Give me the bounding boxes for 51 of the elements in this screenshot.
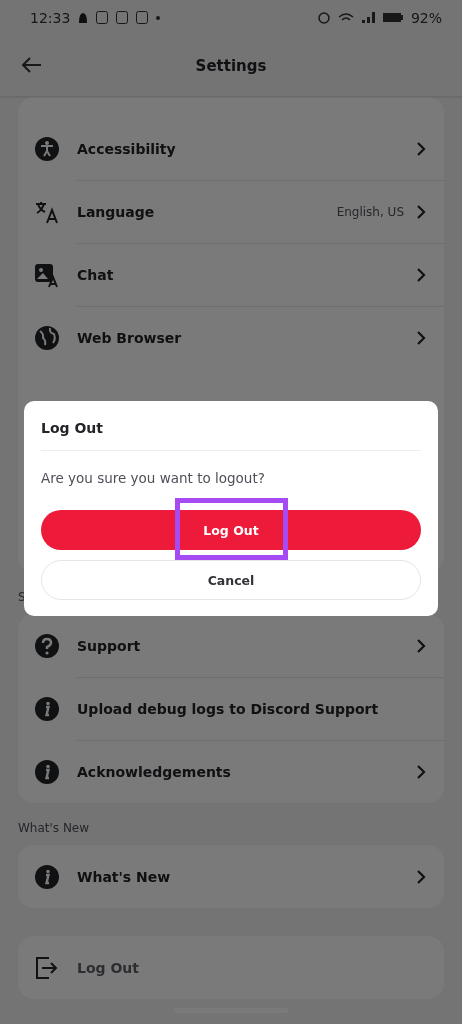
- settings-row[interactable]: Web Browser: [18, 306, 444, 369]
- row-label: Web Browser: [77, 329, 183, 346]
- section-title: What's New: [18, 821, 91, 837]
- chevron-icon: [416, 266, 426, 283]
- status-time: 12:33: [30, 9, 71, 26]
- info-icon: [34, 695, 60, 722]
- chevron-icon: [416, 868, 426, 885]
- settings-row[interactable]: What's New: [18, 845, 444, 908]
- chevron-icon: [416, 763, 426, 780]
- settings-row[interactable]: Support: [18, 614, 444, 677]
- chevron-icon: [416, 329, 426, 346]
- app-notification-icon: [96, 11, 109, 24]
- alarm-icon: [317, 11, 330, 24]
- row-label: Language: [77, 203, 156, 220]
- exit-icon: [34, 954, 60, 981]
- chevron-icon: [416, 140, 426, 157]
- globe-icon: [34, 324, 60, 351]
- image-text-icon: [34, 261, 60, 288]
- row-label: Accessibility: [77, 140, 177, 157]
- back-icon[interactable]: [22, 57, 42, 73]
- dialog-title: Log Out: [41, 401, 421, 451]
- info-icon: [34, 758, 60, 785]
- row-value: English, US: [336, 204, 404, 219]
- settings-row[interactable]: Chat: [18, 243, 444, 306]
- row-label: Chat: [77, 266, 115, 283]
- row-label: Log Out: [77, 959, 140, 976]
- chevron-icon: [416, 203, 426, 220]
- settings-row[interactable]: Upload debug logs to Discord Support: [18, 677, 444, 740]
- settings-row[interactable]: Acknowledgements: [18, 740, 444, 803]
- cancel-button[interactable]: Cancel: [41, 560, 421, 600]
- log-out-button[interactable]: Log Out: [41, 510, 421, 550]
- settings-row[interactable]: Log Out: [18, 936, 444, 999]
- page-title: Settings: [195, 56, 267, 75]
- chevron-icon: [416, 637, 426, 654]
- battery-icon: [382, 13, 403, 22]
- app-notification-icon: [116, 11, 129, 24]
- dialog-message: Are you sure you want to logout?: [41, 469, 266, 488]
- info-icon: [34, 863, 60, 890]
- dot-icon: [156, 15, 161, 20]
- row-label: What's New: [77, 868, 172, 885]
- battery-level: 92%: [410, 9, 442, 26]
- settings-row[interactable]: Accessibility: [18, 117, 444, 180]
- accessibility-icon: [34, 135, 60, 162]
- app-notification-icon: [136, 11, 149, 24]
- wifi-icon: [337, 12, 354, 23]
- row-label: Upload debug logs to Discord Support: [77, 700, 380, 717]
- row-label: Acknowledgements: [77, 763, 232, 780]
- help-icon: [34, 632, 60, 659]
- settings-row[interactable]: Language English, US: [18, 180, 444, 243]
- row-label: Support: [77, 637, 142, 654]
- signal-icon: [361, 12, 375, 23]
